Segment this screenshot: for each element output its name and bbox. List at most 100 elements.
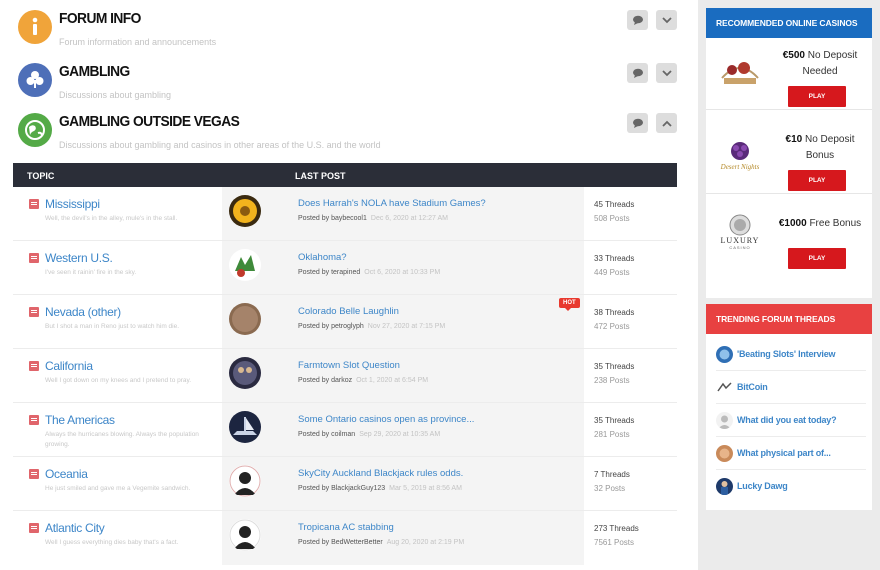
forum-link[interactable]: Mississippi — [45, 197, 100, 211]
post-date: Oct 6, 2020 at 10:33 PM — [364, 269, 441, 276]
post-author[interactable]: Posted by petroglyph — [298, 323, 364, 330]
last-post-cell — [222, 187, 584, 240]
trending-item[interactable]: 'Beating Slots' Interview — [716, 338, 866, 371]
post-author[interactable]: Posted by BedWetterBetter — [298, 539, 383, 546]
forum-description: Well, the devil's in the alley, mule's i… — [45, 215, 178, 222]
forum-link[interactable]: Nevada (other) — [45, 305, 121, 319]
post-author[interactable]: Posted by darkoz — [298, 377, 352, 384]
last-post-meta: Posted by petroglyph Nov 27, 2020 at 7:15… — [298, 323, 445, 330]
thread-count: 7 Threads — [594, 470, 630, 479]
category-title[interactable]: FORUM INFO — [59, 10, 141, 27]
column-topic: TOPIC — [27, 171, 55, 181]
sidebar: RECOMMENDED ONLINE CASINOS €500 No Depos… — [698, 0, 880, 570]
chevron-down-icon[interactable] — [656, 63, 677, 83]
trending-thread-link[interactable]: 'Beating Slots' Interview — [737, 349, 836, 359]
bonus-text: Free Bonus — [809, 218, 862, 229]
avatar[interactable] — [229, 357, 261, 389]
forum-link[interactable]: Atlantic City — [45, 521, 105, 535]
casino-item: LUXURY CASINO €1000 Free Bonus PLAY — [706, 198, 872, 270]
category-forum-info[interactable]: FORUM INFO Forum information and announc… — [18, 10, 678, 60]
avatar[interactable] — [229, 195, 261, 227]
avatar — [716, 379, 733, 396]
forum-icon — [29, 361, 39, 371]
post-date: Dec 6, 2020 at 12:27 AM — [370, 215, 448, 222]
table-header: TOPIC LAST POST — [13, 163, 677, 187]
casino-offer: €500 No Deposit Needed — [776, 48, 864, 80]
globe-icon — [18, 113, 52, 147]
trending-thread-link[interactable]: What did you eat today? — [737, 415, 837, 425]
bonus-amount: €10 — [785, 134, 803, 145]
post-count: 449 Posts — [594, 268, 630, 277]
play-button[interactable]: PLAY — [788, 248, 846, 269]
table-row: The Americas Always the hurricanes blowi… — [13, 403, 677, 457]
default-avatar-icon[interactable] — [229, 465, 261, 497]
post-author[interactable]: Posted by coilman — [298, 431, 355, 438]
bonus-amount: €1000 — [778, 218, 807, 229]
last-post-cell — [222, 241, 584, 294]
category-description: Forum information and announcements — [59, 37, 217, 47]
last-post-meta: Posted by baybecool1 Dec 6, 2020 at 12:27… — [298, 215, 448, 222]
chat-icon[interactable] — [627, 63, 648, 83]
trending-item[interactable]: Lucky Dawg — [716, 470, 866, 503]
thread-count: 45 Threads — [594, 200, 635, 209]
last-post-link[interactable]: Farmtown Slot Question — [298, 360, 400, 371]
forum-description: Well I guess everything dies baby that's… — [45, 539, 179, 546]
forum-link[interactable]: Oceania — [45, 467, 88, 481]
last-post-link[interactable]: SkyCity Auckland Blackjack rules odds. — [298, 468, 463, 479]
casino-logo-2[interactable]: Desert Nights — [712, 138, 768, 174]
post-author[interactable]: Posted by terapined — [298, 269, 360, 276]
category-gambling[interactable]: GAMBLING Discussions about gambling — [18, 63, 678, 113]
category-gambling-outside-vegas[interactable]: GAMBLING OUTSIDE VEGAS Discussions about… — [18, 113, 678, 163]
avatar[interactable] — [229, 249, 261, 281]
widget-title: RECOMMENDED ONLINE CASINOS — [706, 8, 872, 38]
last-post-link[interactable]: Oklahoma? — [298, 252, 347, 263]
last-post-meta: Posted by BedWetterBetter Aug 20, 2020 at… — [298, 539, 464, 546]
forum-icon — [29, 415, 39, 425]
casino-logo-3[interactable]: LUXURY CASINO — [712, 214, 768, 250]
forum-description: Well I got down on my knees and I preten… — [45, 377, 192, 384]
trending-thread-link[interactable]: Lucky Dawg — [737, 481, 788, 491]
thread-count: 33 Threads — [594, 254, 635, 263]
forum-icon — [29, 199, 39, 209]
forum-link[interactable]: California — [45, 359, 93, 373]
hot-badge: HOT — [559, 298, 580, 311]
trending-thread-link[interactable]: BitCoin — [737, 382, 768, 392]
trending-thread-link[interactable]: What physical part of... — [737, 448, 831, 458]
chevron-up-icon[interactable] — [656, 113, 677, 133]
post-author[interactable]: Posted by baybecool1 — [298, 215, 367, 222]
casino-logo-1[interactable] — [712, 54, 768, 90]
trending-item[interactable]: What did you eat today? — [716, 404, 866, 437]
table-row: Nevada (other) But I shot a man in Reno … — [13, 295, 677, 349]
last-post-link[interactable]: Does Harrah's NOLA have Stadium Games? — [298, 198, 486, 209]
post-date: Nov 27, 2020 at 7:15 PM — [367, 323, 446, 330]
table-row: California Well I got down on my knees a… — [13, 349, 677, 403]
last-post-link[interactable]: Some Ontario casinos open as province... — [298, 414, 474, 425]
play-button[interactable]: PLAY — [788, 170, 846, 191]
default-avatar-icon[interactable] — [229, 519, 261, 551]
post-count: 281 Posts — [594, 430, 630, 439]
bonus-text: No Deposit Needed — [802, 50, 858, 77]
chat-icon[interactable] — [627, 113, 648, 133]
forum-link[interactable]: The Americas — [45, 413, 115, 427]
forum-link[interactable]: Western U.S. — [45, 251, 113, 265]
last-post-link[interactable]: Tropicana AC stabbing — [298, 522, 394, 533]
chat-icon[interactable] — [627, 10, 648, 30]
thread-count: 38 Threads — [594, 308, 635, 317]
forum-icon — [29, 253, 39, 263]
trending-item[interactable]: BitCoin — [716, 371, 866, 404]
last-post-link[interactable]: Colorado Belle Laughlin — [298, 306, 399, 317]
chevron-down-icon[interactable] — [656, 10, 677, 30]
last-post-meta: Posted by coilman Sep 29, 2020 at 10:35 A… — [298, 431, 440, 438]
table-row: Atlantic City Well I guess everything di… — [13, 511, 677, 565]
post-author[interactable]: Posted by BlackjackGuy123 — [298, 485, 385, 492]
trending-item[interactable]: What physical part of... — [716, 437, 866, 470]
avatar[interactable] — [229, 303, 261, 335]
play-button[interactable]: PLAY — [788, 86, 846, 107]
category-title[interactable]: GAMBLING OUTSIDE VEGAS — [59, 113, 240, 130]
category-title[interactable]: GAMBLING — [59, 63, 130, 80]
avatar[interactable] — [229, 411, 261, 443]
forum-description: I've seen it rainin' fire in the sky. — [45, 269, 137, 276]
table-row: Mississippi Well, the devil's in the all… — [13, 187, 677, 241]
post-count: 32 Posts — [594, 484, 626, 493]
last-post-meta: Posted by darkoz Oct 1, 2020 at 6:54 PM — [298, 377, 428, 384]
